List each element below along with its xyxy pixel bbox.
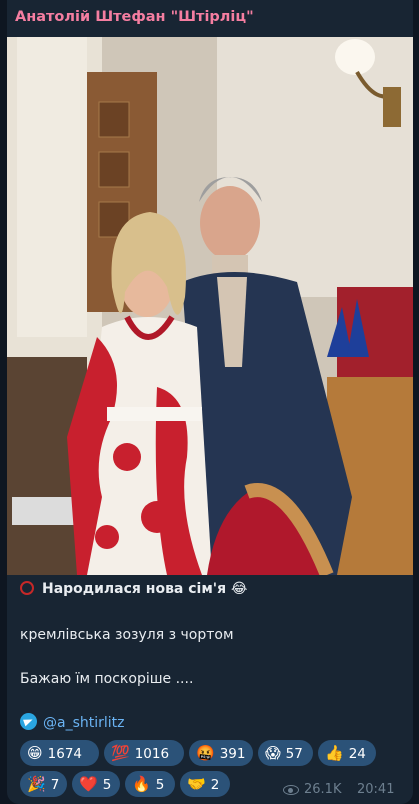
channel-name[interactable]: Анатолій Штефан "Штірліц": [15, 9, 254, 25]
reaction-count: 2: [210, 777, 220, 793]
grin-emoji-icon: 😁: [27, 744, 43, 762]
hundred-emoji-icon: 💯: [111, 744, 130, 762]
reaction-heart[interactable]: ❤️ 5: [72, 771, 120, 797]
post-time: 20:41: [357, 782, 395, 797]
reaction-party[interactable]: 🎉 7: [20, 771, 67, 797]
post-title: Народилася нова сім'я 😂: [20, 581, 247, 597]
fire-emoji-icon: 🔥: [132, 775, 151, 793]
reaction-count: 7: [50, 777, 60, 793]
reaction-scream[interactable]: 😱 57: [258, 740, 313, 766]
reaction-handshake[interactable]: 🤝 2: [180, 771, 230, 797]
heart-emoji-icon: ❤️: [79, 775, 98, 793]
reaction-count: 1674: [47, 746, 82, 762]
telegram-icon: [20, 713, 37, 730]
post-line-2: кремлівська зозуля з чортом: [20, 627, 234, 643]
scream-emoji-icon: 😱: [265, 744, 281, 762]
reaction-fire[interactable]: 🔥 5: [125, 771, 175, 797]
reaction-angry[interactable]: 🤬 391: [189, 740, 253, 766]
post-line-3: Бажаю їм поскоріше ....: [20, 671, 194, 687]
thumbs-up-emoji-icon: 👍: [325, 744, 344, 762]
reaction-count: 5: [102, 777, 112, 793]
reaction-count: 24: [348, 746, 366, 762]
reaction-grin[interactable]: 😁 1674: [20, 740, 99, 766]
channel-link[interactable]: @a_shtirlitz: [20, 713, 125, 731]
reaction-count: 1016: [134, 746, 170, 762]
spiral-icon: [20, 581, 34, 595]
handshake-emoji-icon: 🤝: [187, 775, 206, 793]
post-title-text: Народилася нова сім'я 😂: [42, 581, 248, 597]
reaction-thumbs-up[interactable]: 👍 24: [318, 740, 376, 766]
party-emoji-icon: 🎉: [27, 775, 46, 793]
views-count: 26.1K: [304, 782, 342, 797]
post-photo[interactable]: [7, 37, 413, 575]
reaction-count: 391: [219, 746, 246, 762]
photo-illustration: [7, 37, 413, 575]
reaction-hundred[interactable]: 💯 1016: [104, 740, 184, 766]
eye-icon: [283, 785, 299, 795]
reaction-count: 5: [155, 777, 165, 793]
angry-emoji-icon: 🤬: [196, 744, 215, 762]
reaction-count: 57: [285, 746, 303, 762]
channel-handle[interactable]: @a_shtirlitz: [43, 715, 125, 731]
